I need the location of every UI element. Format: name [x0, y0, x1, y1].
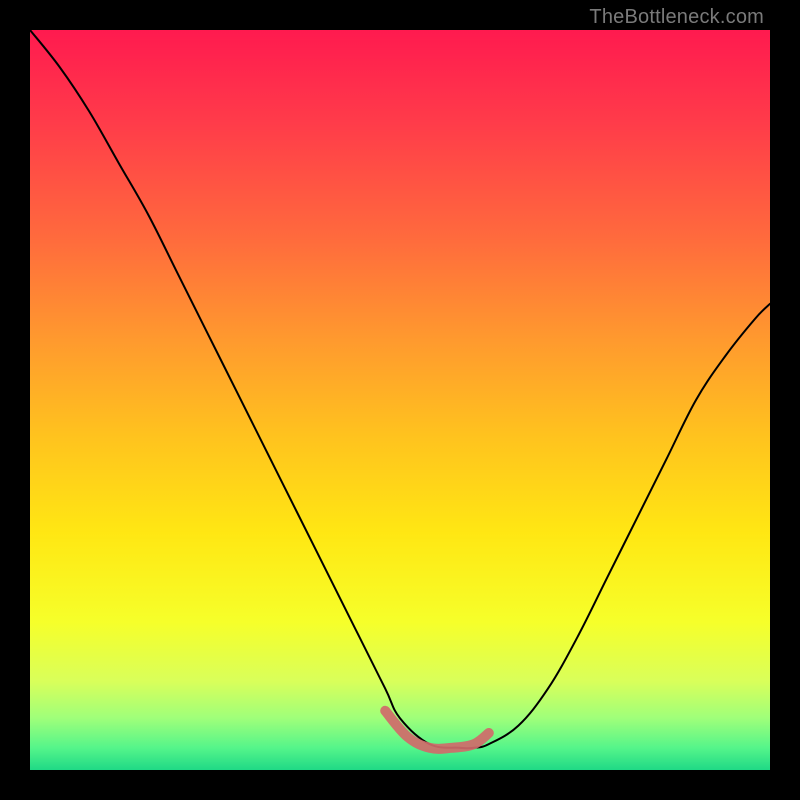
curve-layer [30, 30, 770, 770]
watermark-text: TheBottleneck.com [589, 6, 764, 29]
bottleneck-curve [30, 30, 770, 748]
plot-area [30, 30, 770, 770]
flat-bottom-highlight [385, 711, 489, 749]
chart-frame: TheBottleneck.com [0, 0, 800, 800]
